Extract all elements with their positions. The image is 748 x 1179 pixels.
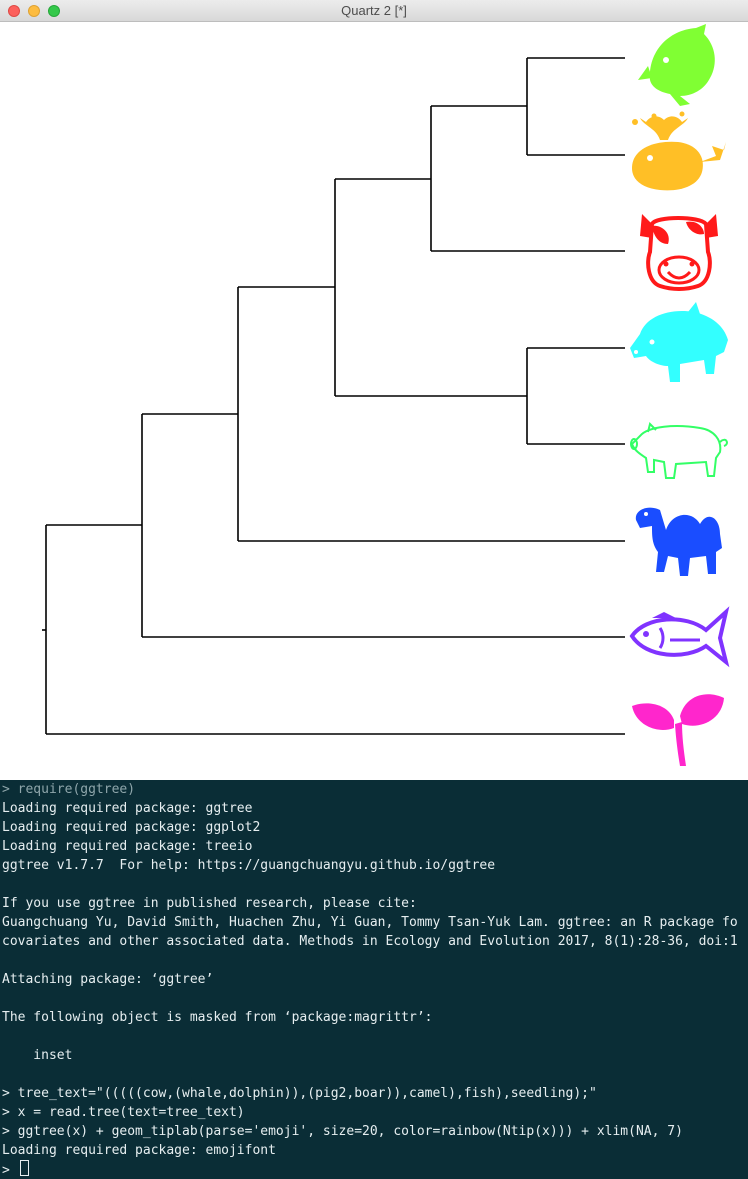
dolphin-icon: [638, 24, 715, 106]
console-prompt: >: [2, 1163, 10, 1178]
fish-icon: [629, 606, 730, 668]
console-line-0: > require(ggtree): [2, 782, 136, 797]
title-bar[interactable]: Quartz 2 [*]: [0, 0, 748, 22]
tree-branches: [42, 57, 625, 735]
console-line-10: Attaching package: ‘ggtree’: [2, 972, 214, 987]
phylo-tree-plot: [42, 24, 730, 766]
console-line-7: Guangchuang Yu, David Smith, Huachen Zhu…: [2, 915, 738, 930]
console-line-14: inset: [2, 1048, 73, 1063]
console-line-4: ggtree v1.7.7 For help: https://guangchu…: [2, 858, 496, 873]
quartz-window: Quartz 2 [*]: [0, 0, 748, 780]
console-line-17: > x = read.tree(text=tree_text): [2, 1105, 245, 1120]
console-line-18: > ggtree(x) + geom_tiplab(parse='emoji',…: [2, 1124, 683, 1139]
whale-icon: [632, 111, 726, 191]
cow-icon: [640, 214, 718, 291]
console-line-1: Loading required package: ggtree: [2, 801, 253, 816]
console-line-2: Loading required package: ggplot2: [2, 820, 261, 835]
console-line-16: > tree_text="(((((cow,(whale,dolphin)),(…: [2, 1086, 597, 1101]
camel-icon: [635, 507, 722, 576]
boar-icon: [630, 302, 728, 382]
seedling-icon: [632, 694, 724, 766]
console-line-19: Loading required package: emojifont: [2, 1143, 276, 1158]
pig-icon: [630, 422, 728, 479]
console-line-12: The following object is masked from ‘pac…: [2, 1010, 433, 1025]
console-line-6: If you use ggtree in published research,…: [2, 896, 417, 911]
text-cursor[interactable]: [19, 1160, 29, 1176]
console-line-3: Loading required package: treeio: [2, 839, 253, 854]
console-input-line[interactable]: >: [2, 1160, 29, 1179]
r-console[interactable]: > require(ggtree) Loading required packa…: [0, 780, 748, 1179]
window-title: Quartz 2 [*]: [341, 3, 407, 18]
console-line-8: covariates and other associated data. Me…: [2, 934, 738, 949]
